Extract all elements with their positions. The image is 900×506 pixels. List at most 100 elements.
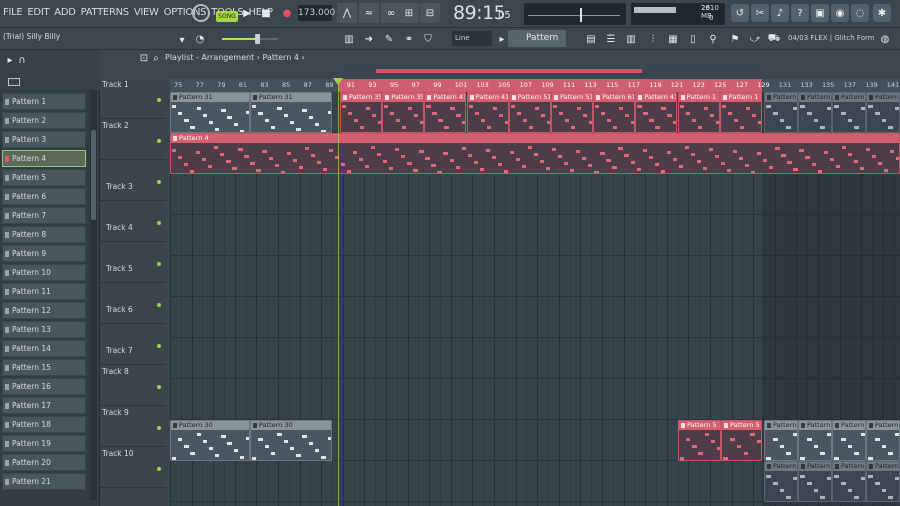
brush-icon[interactable]: ✎ — [381, 31, 397, 47]
pattern-list-item[interactable]: Pattern 5 — [2, 169, 86, 186]
playlist-clip[interactable]: Pattern 64 — [832, 461, 866, 502]
news-ticker[interactable]: 04/03 FLEX | Glitch Form — [788, 34, 875, 42]
blend-notes-icon[interactable]: ⊞ — [399, 3, 419, 23]
track-enable-led[interactable] — [157, 426, 161, 430]
countdown-icon[interactable]: ∞ — [381, 3, 401, 23]
playlist-clip[interactable]: Pattern 63 — [832, 420, 866, 461]
playlist-clip[interactable]: Pattern 62 — [832, 92, 866, 133]
piano-roll-window-icon[interactable]: ▥ — [623, 31, 639, 47]
pattern-list-item[interactable]: Pattern 11 — [2, 283, 86, 300]
record-icon[interactable]: ● — [278, 4, 296, 22]
track-enable-led[interactable] — [157, 180, 161, 184]
track-enable-led[interactable] — [157, 385, 161, 389]
play-icon[interactable]: ▶ — [238, 4, 256, 22]
file-icon[interactable]: ▯ — [685, 31, 701, 47]
save-icon[interactable]: ▣ — [811, 4, 829, 22]
playlist-clip[interactable]: Pattern 61 — [593, 92, 636, 133]
link-icon[interactable]: ⚭ — [401, 31, 417, 47]
track-enable-led[interactable] — [157, 98, 161, 102]
track-enable-led[interactable] — [157, 221, 161, 225]
settings-icon[interactable]: ✱ — [873, 4, 891, 22]
pattern-selector[interactable]: Pattern 4 — [508, 30, 566, 60]
piano-roll-icon[interactable]: ▥ — [341, 31, 357, 47]
track-enable-led[interactable] — [157, 303, 161, 307]
playlist-clip[interactable]: Pattern 41 — [635, 92, 678, 133]
playhead[interactable] — [338, 78, 339, 506]
track-header[interactable]: Track 10 — [100, 447, 166, 488]
playlist-clip[interactable]: Pattern 64 — [798, 461, 832, 502]
stamp-icon[interactable]: ⛉ — [420, 31, 436, 47]
playlist-clip[interactable]: Pattern 31 — [250, 92, 332, 133]
undo-icon[interactable]: ↺ — [731, 4, 749, 22]
pattern-list-item[interactable]: Pattern 10 — [2, 264, 86, 281]
playlist-clip[interactable]: Pattern 1 — [677, 92, 720, 133]
playlist-clip[interactable]: Pattern 63 — [866, 420, 900, 461]
stop-icon[interactable]: ■ — [257, 4, 275, 22]
render-icon[interactable]: ◉ — [831, 4, 849, 22]
pattern-list-item[interactable]: Pattern 12 — [2, 302, 86, 319]
dropdown-arrow-icon[interactable]: ▾ — [174, 32, 190, 48]
zoom-tool-icon[interactable]: ⌕ — [148, 50, 164, 66]
pattern-list-item[interactable]: Pattern 4 — [2, 150, 86, 167]
arrangement-grid[interactable]: Pattern 31 Pattern 31 Pattern 35 Pattern 35… — [170, 92, 900, 506]
pattern-list-item[interactable]: Pattern 14 — [2, 340, 86, 357]
shop-icon[interactable]: ⛟ — [766, 31, 782, 47]
wizard-icon[interactable]: ⚑ — [727, 31, 743, 47]
pattern-list-item[interactable]: Pattern 13 — [2, 321, 86, 338]
playlist-clip[interactable]: Pattern 35 — [382, 92, 425, 133]
step-edit-icon[interactable]: ⊟ — [420, 3, 440, 23]
browser-icon[interactable]: ▦ — [665, 31, 681, 47]
pattern-song-toggle[interactable] — [192, 4, 210, 22]
playlist-overview[interactable] — [340, 66, 760, 76]
menu-file[interactable]: FILE — [3, 7, 23, 18]
track-header[interactable]: Track 4 — [100, 201, 166, 242]
pattern-list-item[interactable]: Pattern 3 — [2, 131, 86, 148]
loop-region[interactable]: 91 93 95 97 99 101 103 105 107 109 111 113 115 117 119… — [338, 79, 770, 92]
playlist-clip[interactable]: Pattern 4 — [170, 133, 900, 174]
playlist-clip[interactable]: Pattern 41 — [424, 92, 467, 133]
menu-add[interactable]: ADD — [54, 7, 76, 18]
pattern-list-item[interactable]: Pattern 6 — [2, 188, 86, 205]
track-header[interactable]: Track 8 — [100, 365, 166, 406]
track-enable-led[interactable] — [157, 139, 161, 143]
track-header[interactable]: Track 2 — [100, 119, 166, 160]
track-header[interactable]: Track 6 — [100, 283, 166, 324]
globe-icon[interactable]: ◍ — [877, 31, 893, 47]
playlist-clip[interactable]: Pattern 62 — [798, 92, 832, 133]
pattern-list-item[interactable]: Pattern 8 — [2, 226, 86, 243]
pattern-list-item[interactable]: Pattern 21 — [2, 473, 86, 490]
plugin-icon[interactable]: ⚲ — [705, 31, 721, 47]
track-header[interactable]: Track 3 — [100, 160, 166, 201]
track-header[interactable]: Track 7 — [100, 324, 166, 365]
menu-edit[interactable]: EDIT — [27, 7, 49, 18]
picker-scrollbar[interactable] — [90, 90, 97, 500]
metronome-icon[interactable]: ⋀ — [337, 3, 357, 23]
pattern-list-item[interactable]: Pattern 1 — [2, 93, 86, 110]
playlist-clip[interactable]: Pattern 5 — [678, 420, 721, 461]
playlist-clip[interactable]: Pattern 64 — [866, 461, 900, 502]
mic-icon[interactable]: ♪ — [771, 4, 789, 22]
playlist-clip[interactable]: Pattern 41 — [466, 92, 509, 133]
track-header[interactable]: Track 9 — [100, 406, 166, 447]
arrow-icon[interactable]: ➜ — [361, 31, 377, 47]
tempo-display[interactable]: 173.000 — [298, 5, 335, 21]
mixer-icon[interactable]: ⫶ — [645, 31, 661, 47]
menu-view[interactable]: VIEW — [134, 7, 159, 18]
pattern-list-item[interactable]: Pattern 7 — [2, 207, 86, 224]
pattern-list-item[interactable]: Pattern 19 — [2, 435, 86, 452]
playlist-clip[interactable]: Pattern 62 — [866, 92, 900, 133]
pattern-list-item[interactable]: Pattern 18 — [2, 416, 86, 433]
chat-icon[interactable]: ◌ — [851, 4, 869, 22]
track-enable-led[interactable] — [157, 344, 161, 348]
help-icon[interactable]: ? — [791, 4, 809, 22]
pattern-list-item[interactable]: Pattern 17 — [2, 397, 86, 414]
track-header[interactable]: Track 5 — [100, 242, 166, 283]
menu-patterns[interactable]: PATTERNS — [81, 7, 130, 18]
pattern-list-item[interactable]: Pattern 9 — [2, 245, 86, 262]
tempo-tap-icon[interactable]: ⤻ — [747, 31, 763, 47]
playlist-clip[interactable]: Pattern 63 — [764, 420, 798, 461]
track-enable-led[interactable] — [157, 467, 161, 471]
pattern-list-item[interactable]: Pattern 2 — [2, 112, 86, 129]
piano-keys-icon[interactable] — [8, 78, 20, 86]
song-mode-label[interactable]: SONG — [216, 11, 238, 22]
